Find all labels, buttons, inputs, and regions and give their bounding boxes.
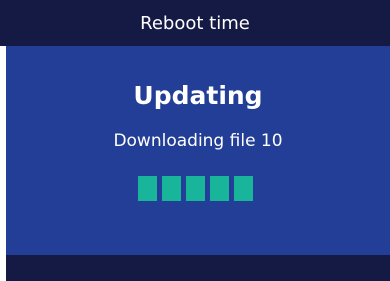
progress-segment	[210, 176, 229, 201]
bottom-bar	[6, 255, 390, 281]
progress-segment	[138, 176, 157, 201]
screen-title: Reboot time	[140, 12, 250, 34]
progress-segment	[162, 176, 181, 201]
update-screen: Reboot time Updating Downloading file 10	[0, 0, 390, 281]
progress-segment	[186, 176, 205, 201]
update-panel: Updating Downloading file 10	[6, 46, 390, 255]
progress-indicator	[138, 176, 253, 201]
progress-segment	[234, 176, 253, 201]
title-bar: Reboot time	[0, 0, 390, 46]
update-heading: Updating	[133, 81, 263, 110]
download-status-text: Downloading file 10	[113, 131, 283, 151]
